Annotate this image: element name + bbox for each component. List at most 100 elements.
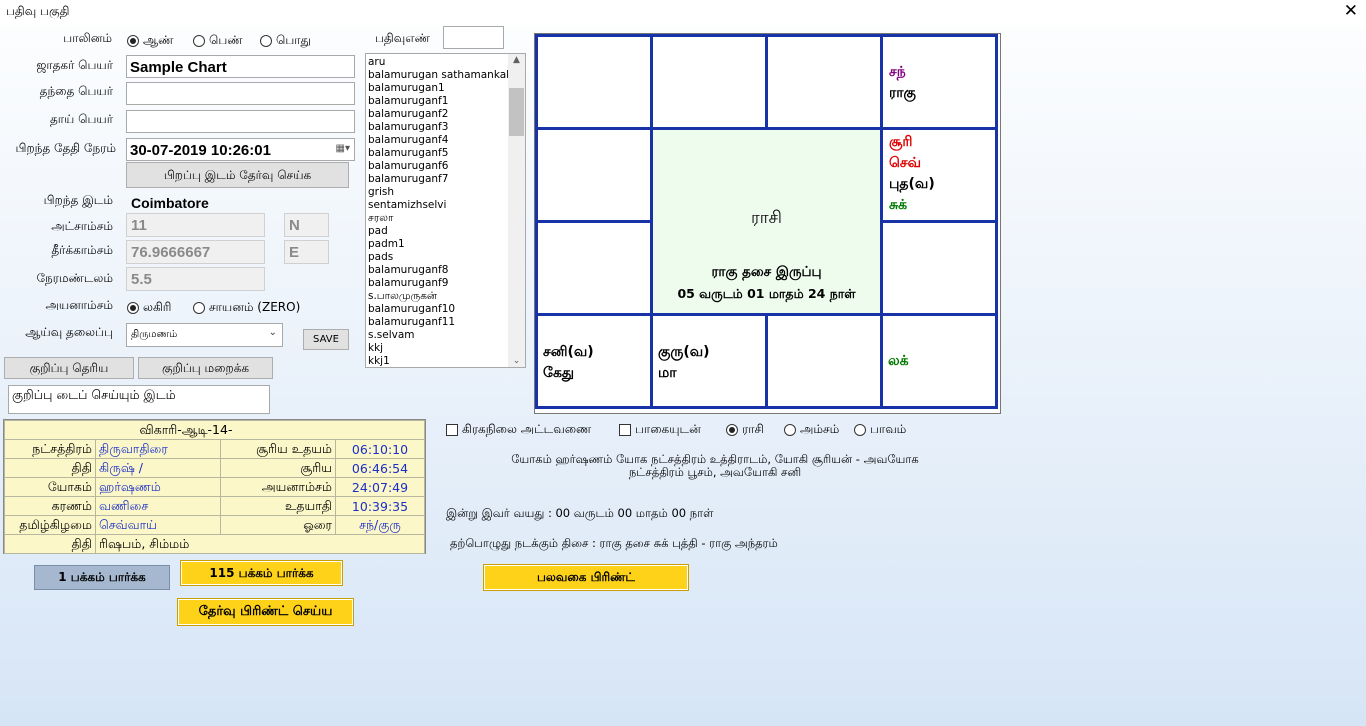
close-icon[interactable]: ✕ bbox=[1344, 1, 1358, 21]
planet-ketu: கேது bbox=[543, 365, 575, 381]
dasa-balance-title: ராகு தசை இருப்பு bbox=[711, 264, 822, 280]
scroll-thumb[interactable] bbox=[509, 88, 524, 136]
panchang-table: விகாரி-ஆடி-14- நட்சத்திரம் திருவாதிரை சூரி… bbox=[3, 419, 426, 554]
house-cell[interactable] bbox=[650, 34, 768, 130]
dob-label: பிறந்த தேதி நேரம் bbox=[15, 141, 117, 155]
gender-common-radio[interactable]: பொது bbox=[260, 33, 311, 49]
note-show-button[interactable]: குறிப்பு தெரிய bbox=[4, 357, 134, 379]
save-button[interactable]: SAVE bbox=[303, 329, 349, 350]
topic-select[interactable]: திருமணம் ⌄ bbox=[126, 323, 283, 347]
page1-button[interactable]: 1 பக்கம் பார்க்க bbox=[34, 565, 170, 590]
list-item[interactable]: pads bbox=[368, 251, 510, 264]
chevron-down-icon: ⌄ bbox=[268, 327, 277, 338]
list-item[interactable]: sentamizhselvi bbox=[368, 199, 510, 212]
reg-number-field[interactable] bbox=[443, 26, 504, 49]
longitude-field[interactable]: 76.9666667 bbox=[126, 240, 265, 264]
planet-mercury: புத(வ) bbox=[889, 176, 935, 192]
topic-value: திருமணம் bbox=[131, 329, 178, 340]
ayanamsa-sayana-radio[interactable]: சாயனம் (ZERO) bbox=[193, 300, 300, 316]
list-item[interactable]: balamuruganf1 bbox=[368, 95, 510, 108]
note-textarea[interactable]: குறிப்பு டைப் செய்யும் இடம் bbox=[8, 385, 270, 414]
house-cell[interactable]: சனி(வ) கேது bbox=[535, 313, 653, 409]
planet-mars: செவ் bbox=[889, 155, 922, 171]
house-cell[interactable] bbox=[535, 34, 653, 130]
scroll-down-icon[interactable]: ⌄ bbox=[508, 356, 525, 366]
radio-icon bbox=[193, 302, 205, 314]
ayanamsa-lahiri-radio[interactable]: லகிரி bbox=[127, 300, 171, 316]
father-field[interactable] bbox=[126, 82, 355, 105]
house-cell[interactable] bbox=[765, 34, 883, 130]
list-item[interactable]: balamuruganf4 bbox=[368, 134, 510, 147]
list-item[interactable]: aru bbox=[368, 56, 510, 69]
view-bhavam-radio[interactable]: பாவம் bbox=[854, 422, 906, 438]
list-item[interactable]: balamuruganf3 bbox=[368, 121, 510, 134]
view-amsam-radio[interactable]: அம்சம் bbox=[784, 422, 839, 438]
list-item[interactable]: balamuruganf2 bbox=[368, 108, 510, 121]
place-label: பிறந்த இடம் bbox=[43, 193, 113, 207]
list-item[interactable]: balamurugan1 bbox=[368, 82, 510, 95]
list-item[interactable]: pad bbox=[368, 225, 510, 238]
list-item[interactable]: balamuruganf9 bbox=[368, 277, 510, 290]
list-item[interactable]: grish bbox=[368, 186, 510, 199]
list-item[interactable]: kkj1 bbox=[368, 355, 510, 367]
longitude-direction[interactable]: E bbox=[284, 240, 329, 264]
planet-saturn: சனி(வ) bbox=[543, 344, 594, 360]
list-item[interactable]: சரலா bbox=[368, 212, 510, 225]
list-item[interactable]: balamurugan sathamankalam bbox=[368, 69, 510, 82]
list-item[interactable]: s.selvam bbox=[368, 329, 510, 342]
planet-jupiter: குரு(வ) bbox=[658, 344, 710, 360]
list-scrollbar[interactable]: ▲ ⌄ bbox=[508, 54, 525, 367]
house-cell[interactable] bbox=[535, 127, 653, 223]
list-item[interactable]: balamuruganf10 bbox=[368, 303, 510, 316]
house-cell[interactable] bbox=[765, 313, 883, 409]
name-label: ஜாதகர் பெயர் bbox=[36, 58, 113, 72]
house-planets: சந் ராகு bbox=[889, 62, 916, 104]
list-item[interactable]: padm1 bbox=[368, 238, 510, 251]
list-item[interactable]: balamuruganf7 bbox=[368, 173, 510, 186]
records-list[interactable]: aru balamurugan sathamankalam balamurugan1… bbox=[365, 53, 526, 368]
table-row: கரணம் வணிசை உதயாதி 10:39:35 bbox=[4, 496, 425, 516]
view-rasi-radio[interactable]: ராசி bbox=[726, 422, 764, 438]
list-item[interactable]: s.பாலமுருகன் bbox=[368, 290, 510, 303]
list-item[interactable]: balamuruganf5 bbox=[368, 147, 510, 160]
house-cell[interactable]: சூரி செவ் புத(வ) சுக் bbox=[880, 127, 998, 223]
planet-sun: சூரி bbox=[889, 134, 913, 150]
house-cell[interactable]: சந் ராகு bbox=[880, 34, 998, 130]
latitude-field[interactable]: 11 bbox=[126, 213, 265, 237]
house-cell[interactable]: குரு(வ) மா bbox=[650, 313, 768, 409]
scroll-up-icon[interactable]: ▲ bbox=[508, 55, 525, 65]
list-item[interactable]: balamuruganf8 bbox=[368, 264, 510, 277]
gender-male-radio[interactable]: ஆண் bbox=[127, 33, 173, 49]
chart-center: ராசி ராகு தசை இருப்பு 05 வருடம் 01 மாதம்… bbox=[650, 127, 883, 316]
rasi-chart: சந் ராகு சூரி செவ் புத(வ) சுக் ராசி ராகு… bbox=[534, 33, 1001, 414]
checkbox-icon bbox=[446, 424, 458, 436]
select-print-button[interactable]: தேர்வு பிரிண்ட் செய்ய bbox=[177, 598, 354, 626]
table-row: திதி கிருஷ் / சூரிய 06:46:54 bbox=[4, 458, 425, 478]
multi-print-button[interactable]: பலவகை பிரிண்ட் bbox=[483, 564, 689, 591]
calendar-dropdown-icon[interactable]: ▦▾ bbox=[336, 143, 350, 154]
dob-picker[interactable]: 30-07-2019 10:26:01 ▦▾ bbox=[126, 138, 355, 161]
gender-label: பாலினம் bbox=[63, 31, 112, 45]
radio-icon bbox=[726, 424, 738, 436]
select-place-button[interactable]: பிறப்பு இடம் தேர்வு செய்க bbox=[126, 162, 349, 188]
latitude-direction[interactable]: N bbox=[284, 213, 329, 237]
house-cell[interactable] bbox=[535, 220, 653, 316]
list-item[interactable]: balamuruganf11 bbox=[368, 316, 510, 329]
reg-number-label: பதிவுஎண் bbox=[375, 31, 430, 45]
house-cell[interactable]: லக் bbox=[880, 313, 998, 409]
name-field[interactable]: Sample Chart bbox=[126, 55, 355, 78]
lagna-marker: லக் bbox=[888, 353, 909, 369]
chart-center-title: ராசி bbox=[751, 208, 782, 228]
table-row: திதி ரிஷபம், சிம்மம் bbox=[4, 534, 425, 554]
page115-button[interactable]: 115 பக்கம் பார்க்க bbox=[180, 560, 343, 586]
table-row: நட்சத்திரம் திருவாதிரை சூரிய உதயம் 06:10:10 bbox=[4, 439, 425, 459]
gender-female-radio[interactable]: பெண் bbox=[193, 33, 243, 49]
graha-table-checkbox[interactable]: கிரகநிலை அட்டவணை bbox=[446, 422, 591, 438]
timezone-field[interactable]: 5.5 bbox=[126, 267, 265, 291]
with-parts-checkbox[interactable]: பாகையுடன் bbox=[619, 422, 701, 438]
house-cell[interactable] bbox=[880, 220, 998, 316]
list-item[interactable]: kkj bbox=[368, 342, 510, 355]
mother-field[interactable] bbox=[126, 110, 355, 133]
list-item[interactable]: balamuruganf6 bbox=[368, 160, 510, 173]
note-hide-button[interactable]: குறிப்பு மறைக்க bbox=[138, 357, 273, 379]
